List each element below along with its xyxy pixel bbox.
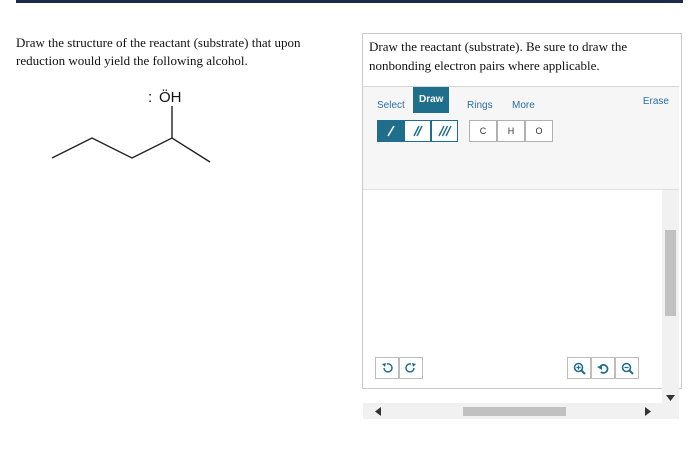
reset-zoom-icon xyxy=(596,363,608,374)
history-buttons xyxy=(375,357,423,379)
single-bond-icon xyxy=(386,125,395,137)
vertical-scrollbar[interactable] xyxy=(662,190,679,405)
editor-toolbar: Select Draw Rings More Erase C H O xyxy=(363,87,679,190)
scroll-left-icon[interactable] xyxy=(375,407,381,416)
single-bond-tool[interactable] xyxy=(377,120,404,142)
zoom-out-button[interactable] xyxy=(615,357,639,379)
structure-editor: Select Draw Rings More Erase C H O xyxy=(363,86,679,419)
top-banner xyxy=(16,0,683,3)
tab-more[interactable]: More xyxy=(506,96,541,116)
horizontal-scrollbar[interactable] xyxy=(363,403,679,419)
redo-button[interactable] xyxy=(399,357,423,379)
bond-tools xyxy=(377,120,458,142)
scroll-down-icon[interactable] xyxy=(666,395,675,401)
tab-draw[interactable]: Draw xyxy=(413,87,450,113)
triple-bond-tool[interactable] xyxy=(431,120,458,142)
erase-button[interactable]: Erase xyxy=(643,96,669,107)
oh-label: ÖH xyxy=(159,88,182,106)
atom-h-button[interactable]: H xyxy=(497,120,525,142)
reset-zoom-button[interactable] xyxy=(591,357,615,379)
scroll-right-icon[interactable] xyxy=(645,407,651,416)
atom-tools: C H O xyxy=(469,120,553,142)
vertical-scroll-thumb[interactable] xyxy=(665,230,676,316)
atom-c-button[interactable]: C xyxy=(469,120,497,142)
tab-select[interactable]: Select xyxy=(371,96,411,116)
double-bond-tool[interactable] xyxy=(404,120,431,142)
undo-button[interactable] xyxy=(375,357,399,379)
tab-rings[interactable]: Rings xyxy=(461,96,499,116)
alcohol-structure: : ÖH xyxy=(40,80,240,180)
triple-bond-icon xyxy=(437,125,452,137)
lone-pair-left: : xyxy=(148,89,152,106)
zoom-in-icon xyxy=(573,362,586,375)
drawing-panel: Draw the reactant (substrate). Be sure t… xyxy=(362,33,682,419)
undo-icon xyxy=(382,363,393,373)
carbon-chain xyxy=(51,137,211,163)
panel-prompt: Draw the reactant (substrate). Be sure t… xyxy=(369,39,628,73)
question-text: Draw the structure of the reactant (subs… xyxy=(16,35,301,68)
zoom-buttons xyxy=(567,357,639,379)
zoom-in-button[interactable] xyxy=(567,357,591,379)
double-bond-icon xyxy=(412,125,423,137)
redo-icon xyxy=(405,363,416,373)
atom-o-button[interactable]: O xyxy=(525,120,553,142)
horizontal-scroll-thumb[interactable] xyxy=(463,407,566,416)
zoom-out-icon xyxy=(621,362,634,375)
